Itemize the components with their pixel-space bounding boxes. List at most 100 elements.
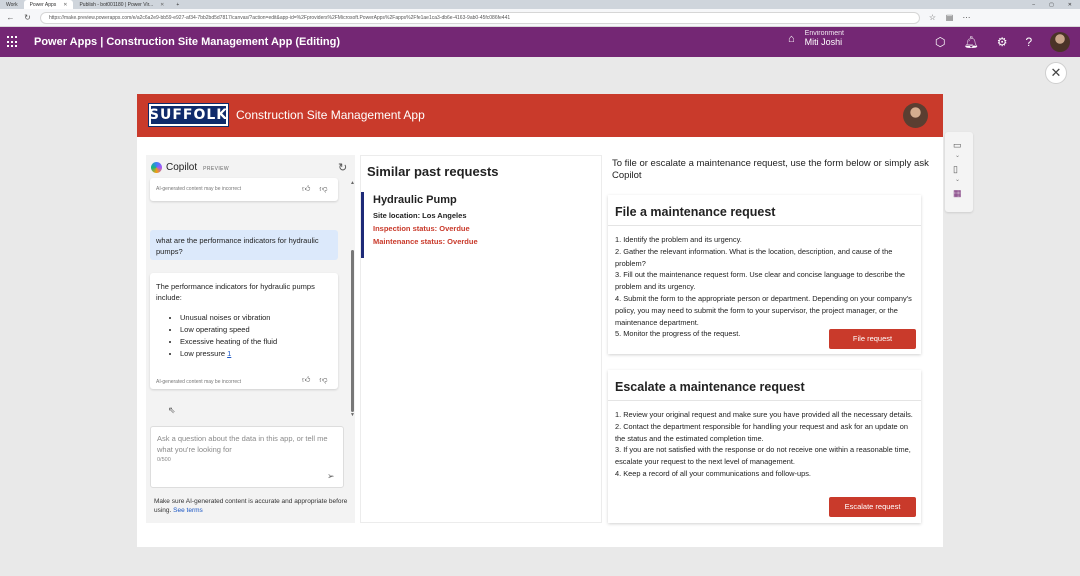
copilot-header: Copilot PREVIEW (151, 162, 229, 173)
list-item: Low pressure 1 (180, 348, 332, 360)
step-text: 3. If you are not satisfied with the res… (615, 445, 911, 467)
maximize-icon[interactable]: ▢ (1049, 2, 1054, 8)
escalate-request-title: Escalate a maintenance request (608, 370, 921, 401)
environment-label: Environment (804, 30, 844, 37)
page-title: Power Apps | Construction Site Managemen… (34, 36, 340, 48)
browser-tab-power-apps[interactable]: Power Apps ✕ (23, 0, 74, 9)
settings-gear-icon[interactable]: ⚙ (997, 35, 1008, 49)
send-icon[interactable]: ➢ (327, 471, 335, 482)
address-bar[interactable]: https://make.preview.powerapps.com/e/a2c… (40, 11, 920, 24)
step-text: 4. Submit the form to the appropriate pe… (615, 293, 912, 327)
close-icon[interactable]: ✕ (63, 2, 67, 8)
notifications-icon[interactable]: 🔔︎ (963, 35, 978, 49)
scroll-down-icon[interactable]: ▼ (350, 412, 355, 418)
close-preview-button[interactable]: ✕ (1045, 62, 1067, 84)
browser-tab-work[interactable]: Work (0, 0, 24, 9)
step-text: 2. Contact the department responsible fo… (615, 421, 908, 443)
answer-list: Unusual noises or vibration Low operatin… (156, 312, 332, 360)
similar-requests-title: Similar past requests (367, 164, 499, 179)
calendar-icon[interactable]: ▦ (953, 188, 962, 199)
browser-tab-publish[interactable]: Publish - bot001180 | Power Vir... ✕ (73, 0, 170, 9)
power-apps-header: Power Apps | Construction Site Managemen… (0, 27, 1080, 57)
copilot-logo-icon (151, 162, 162, 173)
environment-picker[interactable]: ⌂ Environment Miti Joshi (788, 30, 844, 47)
close-icon[interactable]: ✕ (160, 2, 164, 8)
environment-icon: ⌂ (788, 32, 795, 45)
see-terms-link[interactable]: See terms (173, 507, 203, 514)
copilot-answer: The performance indicators for hydraulic… (150, 273, 338, 389)
file-request-steps: 1. Identify the problem and its urgency.… (608, 226, 921, 340)
input-placeholder: Ask a question about the data in this ap… (157, 434, 328, 454)
list-item: Unusual noises or vibration (180, 312, 332, 324)
character-count: 0/500 (157, 457, 171, 463)
mobile-view-icon[interactable]: ▯ (953, 164, 958, 175)
address-bar-row: ← ↻ https://make.preview.powerapps.com/e… (0, 9, 1080, 27)
item-name: Hydraulic Pump (373, 194, 457, 206)
copilot-scrollbar[interactable]: ▲ ▼ (350, 180, 355, 418)
file-request-button[interactable]: File request (829, 329, 916, 349)
tab-label: Work (6, 1, 18, 8)
new-tab-button[interactable]: + (170, 0, 185, 9)
favorites-icon[interactable]: ☆ (928, 13, 937, 22)
company-logo: SUFFOLK (148, 103, 229, 127)
back-icon[interactable]: ← (6, 13, 15, 22)
copilot-panel: Copilot PREVIEW ↻ AI-generated content m… (146, 155, 355, 523)
step-text: 1. Identify the problem and its urgency. (615, 235, 742, 244)
thumbs-down-icon[interactable]: 👎︎ (319, 374, 327, 385)
copilot-footer: Make sure AI-generated content is accura… (154, 497, 354, 515)
collections-icon[interactable]: ▤ (945, 13, 954, 22)
ai-disclaimer: AI-generated content may be incorrect (156, 379, 242, 385)
copilot-hex-icon[interactable]: ⬡ (935, 35, 945, 49)
similar-requests-panel: Similar past requests Hydraulic Pump Sit… (360, 155, 602, 523)
chevron-down-icon[interactable]: ⌄ (955, 176, 960, 183)
tab-label: Publish - bot001180 | Power Vir... (79, 1, 154, 8)
escalate-request-button[interactable]: Escalate request (829, 497, 916, 517)
tab-label: Power Apps (29, 1, 57, 8)
copilot-message: AI-generated content may be incorrect 👍︎… (150, 178, 338, 201)
step-text: 4. Keep a record of all your communicati… (615, 468, 811, 478)
maintenance-status: Maintenance status: Overdue (373, 237, 478, 246)
file-request-title: File a maintenance request (608, 195, 921, 226)
citation-link[interactable]: 1 (227, 349, 231, 358)
more-icon[interactable]: ⋯ (962, 13, 971, 22)
url-text: https://make.preview.powerapps.com/e/a2c… (49, 14, 511, 21)
app-title: Construction Site Management App (236, 108, 425, 122)
chevron-down-icon[interactable]: ⌄ (955, 152, 960, 159)
app-header: SUFFOLK Construction Site Management App (137, 94, 943, 137)
list-item[interactable]: Hydraulic Pump Site location: Los Angele… (361, 192, 601, 258)
ai-disclaimer: AI-generated content may be incorrect (156, 186, 242, 192)
thumbs-up-icon[interactable]: 👍︎ (302, 184, 310, 194)
minimize-icon[interactable]: – (1032, 2, 1035, 8)
escalate-request-steps: 1. Review your original request and make… (608, 401, 921, 480)
refresh-icon[interactable]: ↻ (23, 13, 32, 22)
copilot-input[interactable]: Ask a question about the data in this ap… (150, 426, 344, 488)
intro-text: To file or escalate a maintenance reques… (612, 158, 929, 181)
step-text: 2. Gather the relevant information. What… (615, 246, 893, 268)
thumbs-down-icon[interactable]: 👎︎ (319, 184, 327, 194)
desktop-view-icon[interactable]: ▭ (953, 140, 962, 151)
refresh-icon[interactable]: ↻ (338, 161, 347, 174)
thumbs-up-icon[interactable]: 👍︎ (302, 374, 310, 385)
app-user-avatar[interactable] (903, 103, 928, 128)
list-item: Low operating speed (180, 324, 332, 336)
help-icon[interactable]: ? (1025, 35, 1032, 49)
answer-intro: The performance indicators for hydraulic… (156, 282, 315, 302)
app-canvas: SUFFOLK Construction Site Management App… (137, 94, 943, 547)
preview-badge: PREVIEW (203, 165, 229, 172)
window-close-icon[interactable]: ✕ (1068, 2, 1072, 8)
inspection-status: Inspection status: Overdue (373, 224, 470, 233)
canvas-side-toolbar: ▭ ⌄ ▯ ⌄ ▦ (945, 132, 973, 212)
step-text: 1. Review your original request and make… (615, 410, 913, 419)
item-location: Site location: Los Angeles (373, 211, 467, 220)
app-launcher-icon[interactable] (7, 36, 19, 48)
user-message: what are the performance indicators for … (150, 230, 338, 260)
escalate-request-card: Escalate a maintenance request 1. Review… (608, 370, 921, 523)
file-request-card: File a maintenance request 1. Identify t… (608, 195, 921, 354)
scrollbar-thumb[interactable] (351, 250, 354, 412)
step-text: 3. Fill out the maintenance request form… (615, 270, 906, 292)
scroll-up-icon[interactable]: ▲ (350, 180, 355, 186)
copilot-title: Copilot (166, 162, 198, 173)
environment-name: Miti Joshi (804, 37, 843, 47)
user-avatar[interactable] (1050, 32, 1071, 52)
header-actions: ⬡ 🔔︎ ⚙ ? (935, 27, 1071, 57)
